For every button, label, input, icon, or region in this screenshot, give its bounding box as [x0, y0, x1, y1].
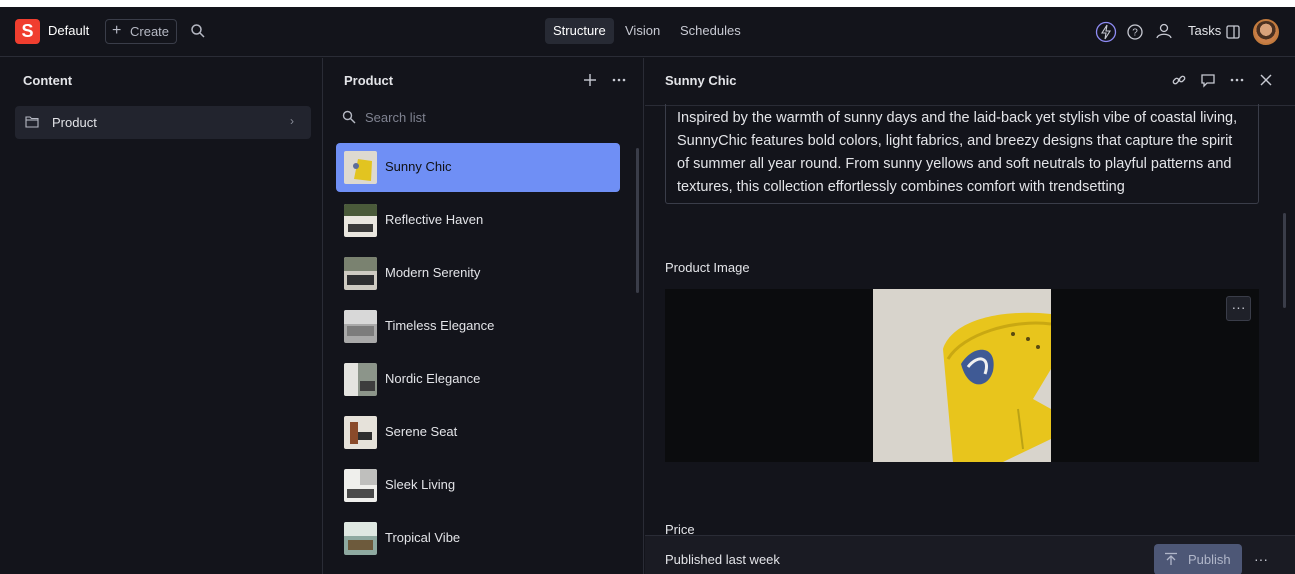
description-textarea[interactable]: Inspired by the warmth of sunny days and… — [665, 104, 1259, 204]
list-item-label: Timeless Elegance — [385, 318, 495, 333]
publish-icon — [1165, 552, 1177, 565]
tasks-button[interactable]: Tasks — [1188, 23, 1221, 38]
list-item-label: Tropical Vibe — [385, 530, 461, 545]
product-image-field[interactable]: ··· — [665, 289, 1259, 462]
list-scrollbar[interactable] — [636, 148, 639, 293]
workspace-name[interactable]: Default — [48, 23, 89, 38]
search-icon — [342, 110, 356, 124]
product-thumbnail — [344, 363, 377, 396]
content-item-label: Product — [52, 115, 97, 130]
svg-text:?: ? — [1132, 28, 1138, 39]
list-item-sleek-living[interactable]: Sleek Living — [336, 461, 620, 510]
list-item-label: Modern Serenity — [385, 265, 481, 280]
list-item-reflective-haven[interactable]: Reflective Haven — [336, 196, 620, 245]
search-icon[interactable] — [190, 23, 206, 39]
close-icon[interactable] — [1258, 72, 1274, 88]
list-item-sunny-chic[interactable]: Sunny Chic — [336, 143, 620, 192]
comment-icon[interactable] — [1200, 72, 1216, 88]
document-pane: Sunny Chic Inspired by the warmth of sun… — [645, 58, 1295, 574]
list-item-label: Nordic Elegance — [385, 371, 481, 386]
presence-icon[interactable] — [1153, 21, 1175, 43]
create-label: Create — [130, 24, 170, 39]
top-edge — [0, 0, 1295, 7]
list-item-serene-seat[interactable]: Serene Seat — [336, 408, 620, 457]
plus-icon: + — [112, 22, 122, 39]
document-scrollbar[interactable] — [1283, 213, 1286, 308]
product-thumbnail — [344, 257, 377, 290]
product-thumbnail — [344, 522, 377, 555]
product-pane-title: Product — [344, 73, 394, 88]
tab-structure[interactable]: Structure — [545, 18, 614, 44]
user-avatar[interactable] — [1253, 19, 1279, 45]
content-pane-title: Content — [23, 73, 73, 88]
document-title: Sunny Chic — [665, 73, 737, 88]
chevron-right-icon: › — [290, 114, 294, 128]
lightning-icon[interactable] — [1095, 21, 1117, 43]
content-pane: Content Product › — [0, 58, 323, 574]
list-item-label: Reflective Haven — [385, 212, 484, 227]
folder-icon — [25, 116, 39, 128]
product-thumbnail — [344, 416, 377, 449]
more-icon[interactable] — [611, 72, 627, 88]
help-icon[interactable]: ? — [1124, 21, 1146, 43]
footer-more-button[interactable]: ··· — [1254, 551, 1268, 567]
tab-schedules[interactable]: Schedules — [672, 18, 749, 44]
list-item-label: Sleek Living — [385, 477, 456, 492]
publish-status: Published last week — [665, 552, 780, 567]
product-thumbnail — [344, 204, 377, 237]
product-image — [873, 289, 1051, 462]
product-thumbnail — [344, 151, 377, 184]
product-list-pane: Product Search list Sunny Chic Reflectiv… — [324, 58, 644, 574]
list-item-timeless-elegance[interactable]: Timeless Elegance — [336, 302, 620, 351]
publish-label: Publish — [1188, 552, 1231, 567]
product-image-label: Product Image — [665, 260, 750, 275]
document-footer: Published last week Publish ··· — [645, 535, 1295, 574]
list-item-label: Serene Seat — [385, 424, 458, 439]
search-placeholder: Search list — [365, 110, 426, 125]
publish-button[interactable]: Publish — [1154, 544, 1242, 574]
link-icon[interactable] — [1171, 72, 1187, 88]
list-item-label: Sunny Chic — [385, 159, 452, 174]
list-item-tropical-vibe[interactable]: Tropical Vibe — [336, 514, 620, 563]
product-thumbnail — [344, 469, 377, 502]
create-button[interactable]: + Create — [105, 19, 177, 44]
add-icon[interactable] — [582, 72, 598, 88]
image-more-button[interactable]: ··· — [1226, 296, 1251, 321]
top-navbar: S Default + Create Structure Vision Sche… — [0, 7, 1295, 57]
search-list-input[interactable]: Search list — [338, 106, 618, 130]
list-item-modern-serenity[interactable]: Modern Serenity — [336, 249, 620, 298]
content-item-product[interactable]: Product › — [15, 106, 311, 139]
product-thumbnail — [344, 310, 377, 343]
panel-toggle-icon[interactable] — [1223, 22, 1243, 42]
list-item-nordic-elegance[interactable]: Nordic Elegance — [336, 355, 620, 404]
tab-vision[interactable]: Vision — [617, 18, 668, 44]
studio-logo[interactable]: S — [15, 19, 40, 44]
more-icon[interactable] — [1229, 72, 1245, 88]
